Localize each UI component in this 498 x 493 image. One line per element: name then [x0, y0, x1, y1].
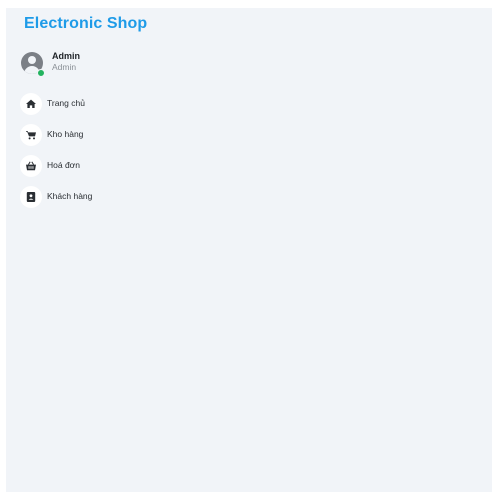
sidebar-nav: Trang chủ Kho hàng Hoá đơn Khách hàng — [20, 93, 200, 217]
contact-card-icon — [20, 186, 42, 208]
online-status-dot — [37, 69, 45, 77]
nav-item-label: Hoá đơn — [47, 160, 80, 170]
nav-item-invoices[interactable]: Hoá đơn — [20, 155, 200, 177]
cart-icon — [20, 124, 42, 146]
nav-item-customers[interactable]: Khách hàng — [20, 186, 200, 208]
nav-item-warehouse[interactable]: Kho hàng — [20, 124, 200, 146]
basket-icon — [20, 155, 42, 177]
nav-item-label: Khách hàng — [47, 191, 93, 201]
avatar-head — [28, 56, 36, 64]
user-role: Admin — [52, 62, 77, 72]
user-name: Admin — [52, 51, 80, 61]
brand-title[interactable]: Electronic Shop — [24, 15, 147, 33]
nav-item-label: Kho hàng — [47, 129, 84, 139]
app-frame: Electronic Shop Admin Admin Trang chủ Kh… — [6, 8, 492, 492]
nav-item-label: Trang chủ — [47, 98, 85, 108]
home-icon — [20, 93, 42, 115]
nav-item-home[interactable]: Trang chủ — [20, 93, 200, 115]
